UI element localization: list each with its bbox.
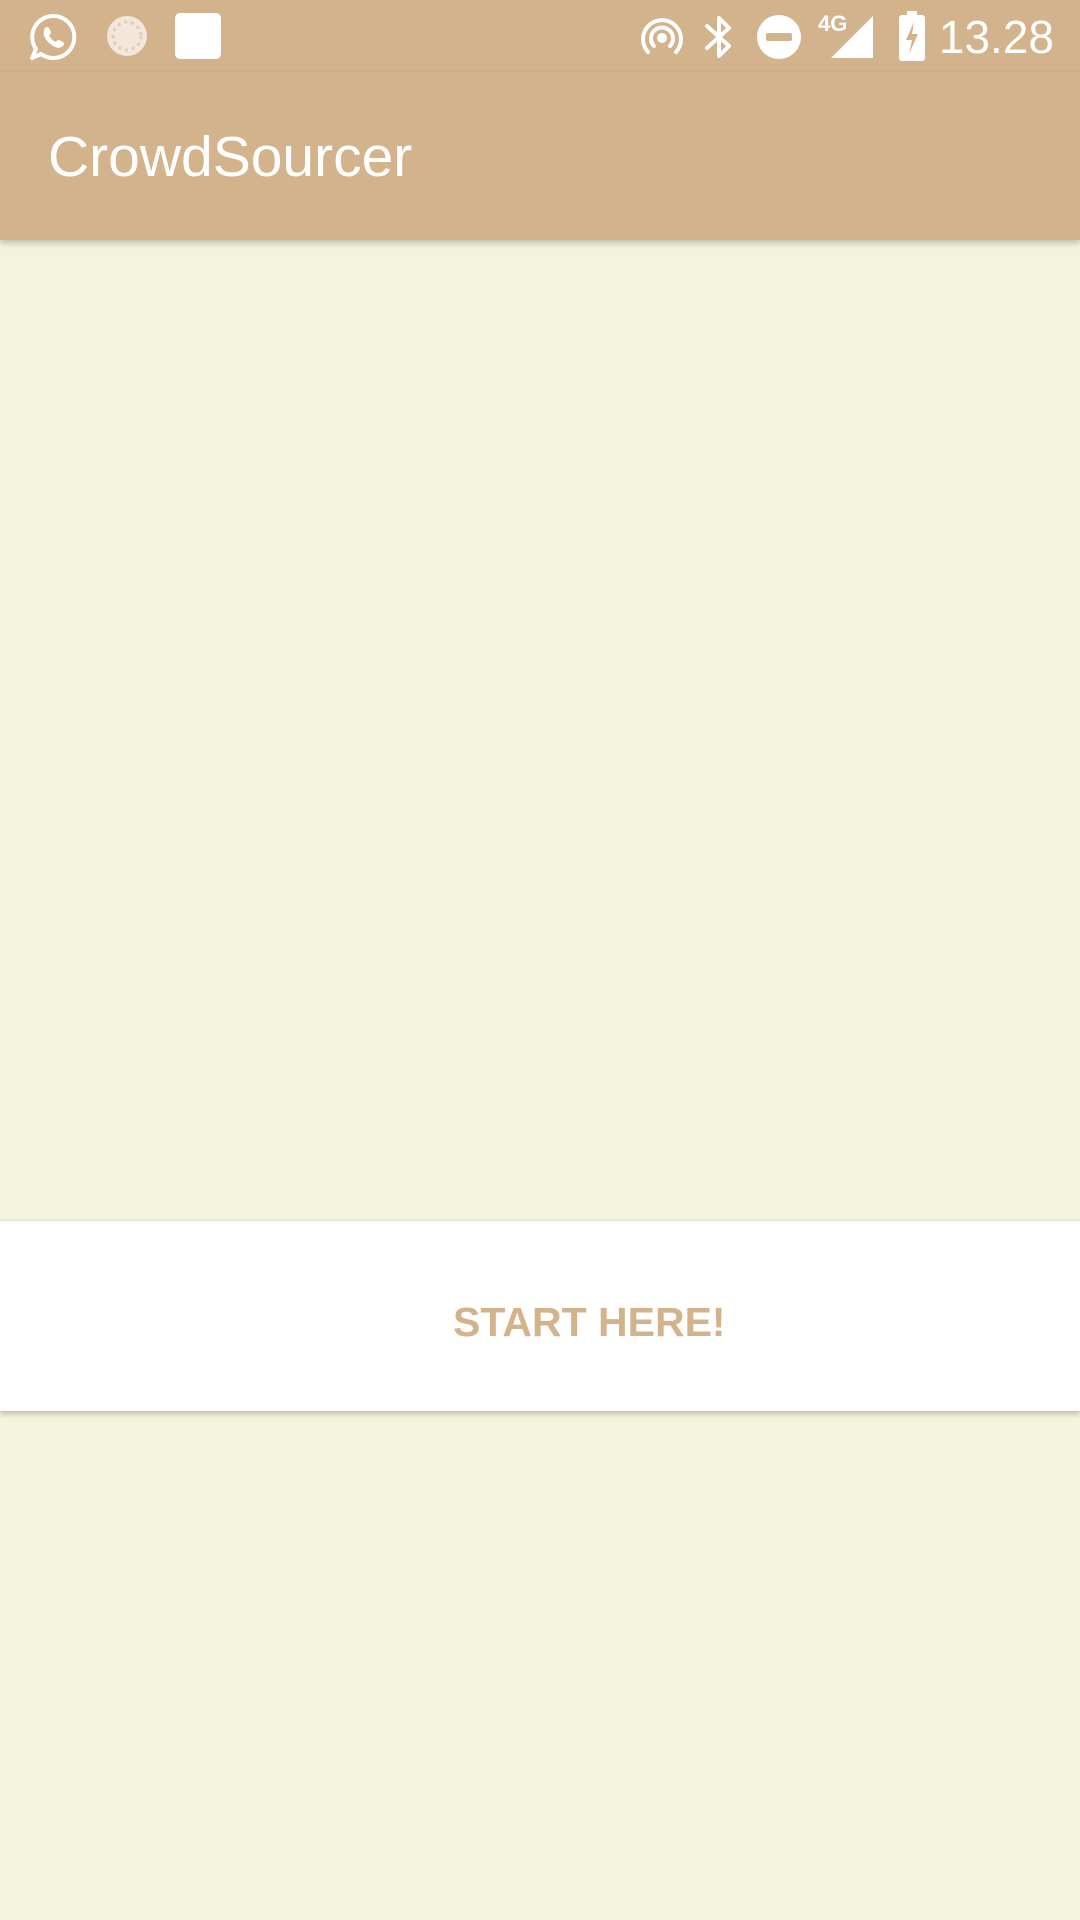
do-not-disturb-icon xyxy=(757,15,801,59)
battery-charging-icon xyxy=(899,11,925,61)
status-time: 13.28 xyxy=(938,11,1054,63)
hotspot-icon xyxy=(641,18,683,54)
whatsapp-icon xyxy=(30,13,77,60)
start-here-label: START HERE! xyxy=(453,1299,726,1345)
main-content: START HERE! xyxy=(0,240,1080,1920)
start-panel: START HERE! xyxy=(0,1220,1080,1411)
start-here-button[interactable]: START HERE! xyxy=(0,1221,1080,1411)
network-type-label: 4G xyxy=(818,11,848,36)
status-bar: 4G 13.28 xyxy=(0,0,1080,72)
bluetooth-icon xyxy=(705,16,731,58)
app-title: CrowdSourcer xyxy=(48,125,413,189)
sync-spinner-icon xyxy=(107,16,147,56)
square-notification-icon xyxy=(175,13,221,59)
app-bar: CrowdSourcer xyxy=(0,72,1080,240)
